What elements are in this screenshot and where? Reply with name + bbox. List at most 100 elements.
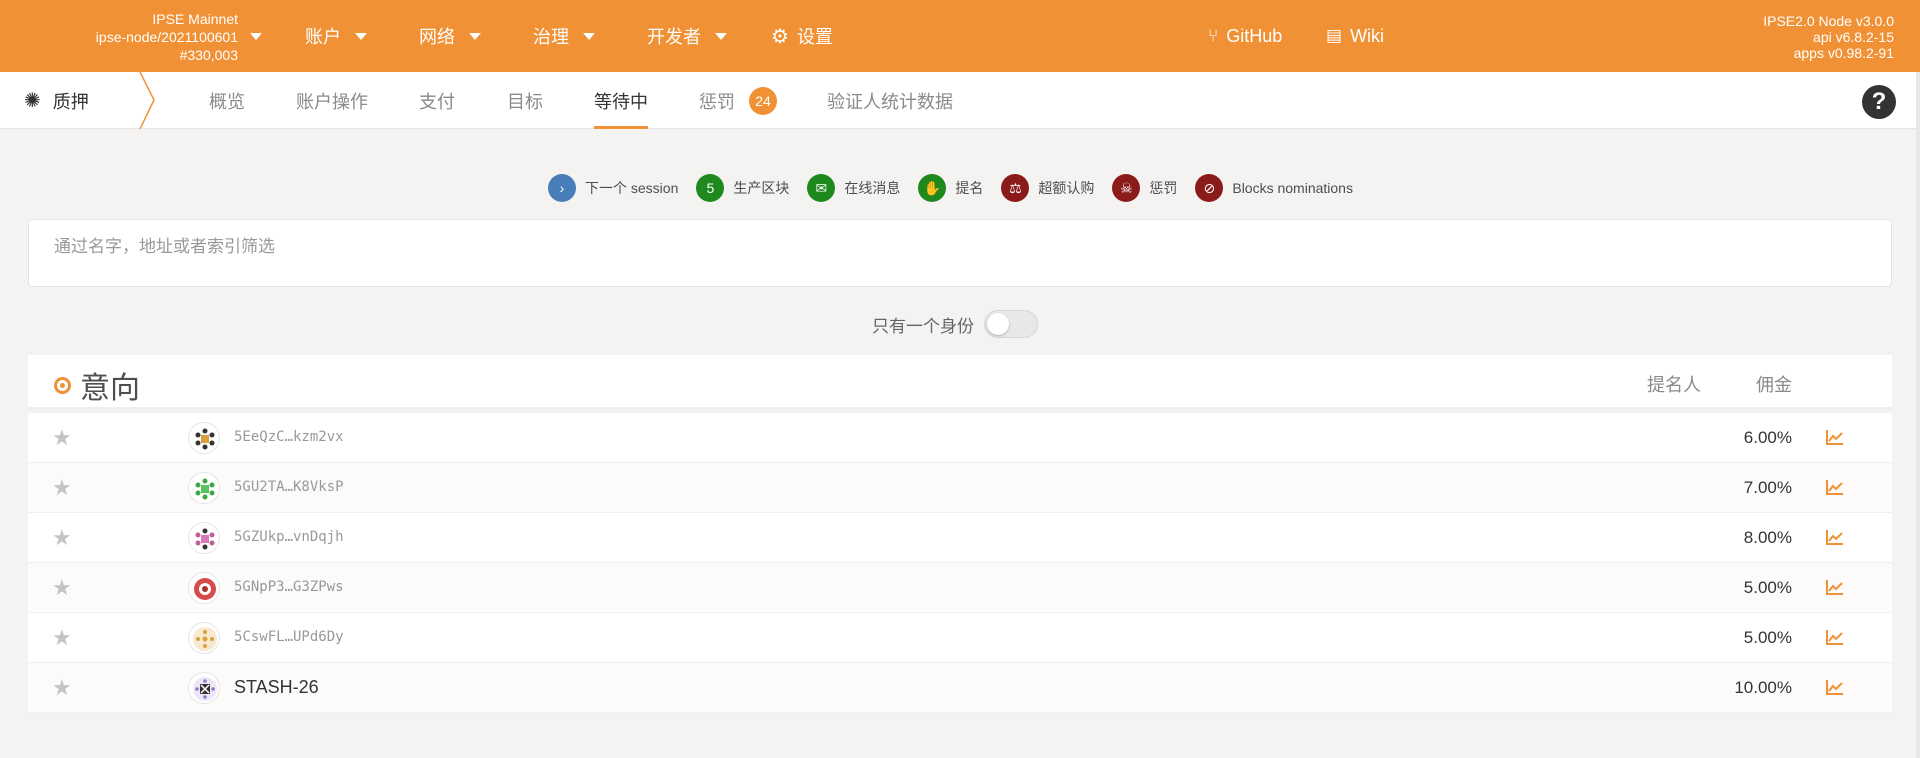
- identicon-avatar[interactable]: [188, 522, 220, 554]
- slashes-count-badge: 24: [749, 86, 777, 115]
- legend-label: 下一个 session: [585, 180, 679, 196]
- chart-line-icon[interactable]: [1826, 579, 1844, 595]
- tab-slashes[interactable]: 惩罚 24: [699, 72, 777, 129]
- balance-scale-icon: ⚖: [1001, 174, 1030, 202]
- validator-address[interactable]: 5GNpP3…G3ZPws: [234, 579, 344, 595]
- table-row: ★ 5EeQzC…kzm2vx 6.00%: [28, 413, 1892, 463]
- star-icon[interactable]: ★: [52, 625, 72, 651]
- legend-slashed: ☠ 惩罚: [1112, 174, 1177, 202]
- tab-account-actions[interactable]: 账户操作: [296, 72, 368, 129]
- column-commission[interactable]: 佣金: [1756, 371, 1792, 397]
- legend-label: 超额认购: [1038, 180, 1095, 196]
- menu-developer[interactable]: 开发者: [647, 0, 727, 72]
- node-name: ipse-node/2021100601: [95, 29, 238, 45]
- chart-line-icon[interactable]: [1826, 429, 1844, 445]
- identicon-avatar[interactable]: [188, 422, 220, 454]
- chevron-right-icon: ›: [548, 174, 576, 202]
- table-row: ★ 5CswFL…UPd6Dy 5.00%: [28, 613, 1892, 663]
- only-one-identity-toggle[interactable]: 只有一个身份: [872, 310, 1038, 338]
- skull-icon: ☠: [1112, 174, 1141, 202]
- tab-account-actions-label: 账户操作: [296, 91, 368, 112]
- validator-address[interactable]: STASH-26: [234, 677, 319, 698]
- chain-selector[interactable]: IPSE Mainnet ipse-node/2021100601 #330,0…: [72, 10, 238, 64]
- tab-payouts-label: 支付: [419, 91, 455, 112]
- chart-line-icon[interactable]: [1826, 629, 1844, 645]
- menu-accounts-label: 账户: [305, 27, 341, 47]
- version-info: IPSE2.0 Node v3.0.0 api v6.8.2-15 apps v…: [1674, 13, 1894, 61]
- help-icon[interactable]: ?: [1862, 85, 1896, 119]
- user-slash-icon: ⊘: [1195, 174, 1224, 202]
- filter-input[interactable]: 通过名字，地址或者索引筛选: [28, 219, 1892, 287]
- legend-oversubscribed: ⚖ 超额认购: [1001, 174, 1094, 202]
- legend-label: Blocks nominations: [1232, 180, 1353, 196]
- chevron-down-icon[interactable]: [250, 33, 262, 40]
- commission-value: 5.00%: [1743, 628, 1792, 647]
- tab-waiting[interactable]: 等待中: [594, 72, 648, 129]
- star-icon[interactable]: ★: [52, 675, 72, 701]
- toggle-switch[interactable]: [984, 310, 1038, 338]
- block-number: #330,003: [179, 47, 238, 63]
- legend-label: 惩罚: [1149, 180, 1178, 196]
- intentions-indicator-icon: [54, 377, 71, 394]
- menu-network[interactable]: 网络: [419, 0, 481, 72]
- validator-address[interactable]: 5GZUkp…vnDqjh: [234, 529, 344, 545]
- link-github-label: GitHub: [1226, 25, 1283, 46]
- chart-line-icon[interactable]: [1826, 679, 1844, 695]
- chevron-down-icon: [355, 32, 367, 40]
- commission-value: 5.00%: [1743, 578, 1792, 597]
- star-icon[interactable]: ★: [52, 575, 72, 601]
- star-icon[interactable]: ★: [52, 475, 72, 501]
- menu-accounts[interactable]: 账户: [305, 0, 367, 72]
- section-label: 质押: [52, 91, 89, 112]
- legend-nominated: ✋ 提名: [918, 174, 983, 202]
- menu-settings[interactable]: ⚙ 设置: [771, 0, 833, 72]
- link-wiki-label: Wiki: [1350, 25, 1385, 46]
- identicon-avatar[interactable]: [188, 622, 220, 654]
- certificate-icon: ✺: [24, 90, 41, 112]
- node-version: IPSE2.0 Node v3.0.0: [1763, 13, 1894, 29]
- section-title: ✺ 质押: [24, 72, 89, 129]
- top-navigation-bar: IPSE Mainnet ipse-node/2021100601 #330,0…: [0, 0, 1920, 72]
- tab-targets[interactable]: 目标: [507, 72, 543, 129]
- scrollbar-track[interactable]: [1916, 72, 1920, 758]
- chevron-down-icon: [583, 32, 595, 40]
- link-github[interactable]: ⑂ GitHub: [1208, 0, 1282, 72]
- star-icon[interactable]: ★: [52, 425, 72, 451]
- gears-icon: ⚙: [771, 25, 789, 48]
- envelope-icon: ✉: [807, 174, 836, 202]
- identicon-avatar[interactable]: [188, 672, 220, 704]
- legend-next-session: › 下一个 session: [548, 174, 678, 202]
- identicon-avatar[interactable]: [188, 572, 220, 604]
- column-nominators[interactable]: 提名人: [1647, 371, 1701, 397]
- breadcrumb-separator-icon: [139, 72, 155, 129]
- menu-governance-label: 治理: [533, 27, 569, 47]
- chart-line-icon[interactable]: [1826, 479, 1844, 495]
- validator-address[interactable]: 5GU2TA…K8VksP: [234, 479, 344, 495]
- chain-name: IPSE Mainnet: [152, 11, 238, 27]
- table-row: ★ 5GNpP3…G3ZPws 5.00%: [28, 563, 1892, 613]
- commission-value: 8.00%: [1743, 528, 1792, 547]
- status-legend: › 下一个 session 5 生产区块 ✉ 在线消息 ✋ 提名 ⚖ 超额认购 …: [548, 173, 1371, 203]
- chart-line-icon[interactable]: [1826, 529, 1844, 545]
- toggle-label: 只有一个身份: [872, 316, 974, 336]
- tab-targets-label: 目标: [507, 91, 543, 112]
- api-version: api v6.8.2-15: [1813, 29, 1894, 45]
- table-header: 意向 提名人 佣金: [28, 355, 1892, 410]
- hand-icon: ✋: [918, 174, 947, 202]
- tab-payouts[interactable]: 支付: [419, 72, 455, 129]
- legend-blocks-nominations: ⊘ Blocks nominations: [1195, 174, 1353, 202]
- star-icon[interactable]: ★: [52, 525, 72, 551]
- tab-overview-label: 概览: [209, 91, 245, 112]
- tab-validator-stats[interactable]: 验证人统计数据: [827, 72, 953, 129]
- legend-label: 在线消息: [844, 180, 901, 196]
- link-wiki[interactable]: ▤ Wiki: [1326, 0, 1384, 72]
- identicon-avatar[interactable]: [188, 472, 220, 504]
- table-title: 意向: [80, 372, 140, 405]
- menu-governance[interactable]: 治理: [533, 0, 595, 72]
- tab-slashes-label: 惩罚: [699, 91, 735, 112]
- validator-address[interactable]: 5CswFL…UPd6Dy: [234, 629, 344, 645]
- tab-overview[interactable]: 概览: [209, 72, 245, 129]
- validator-address[interactable]: 5EeQzC…kzm2vx: [234, 429, 344, 445]
- table-row: ★ 5GZUkp…vnDqjh 8.00%: [28, 513, 1892, 563]
- menu-settings-label: 设置: [796, 27, 833, 47]
